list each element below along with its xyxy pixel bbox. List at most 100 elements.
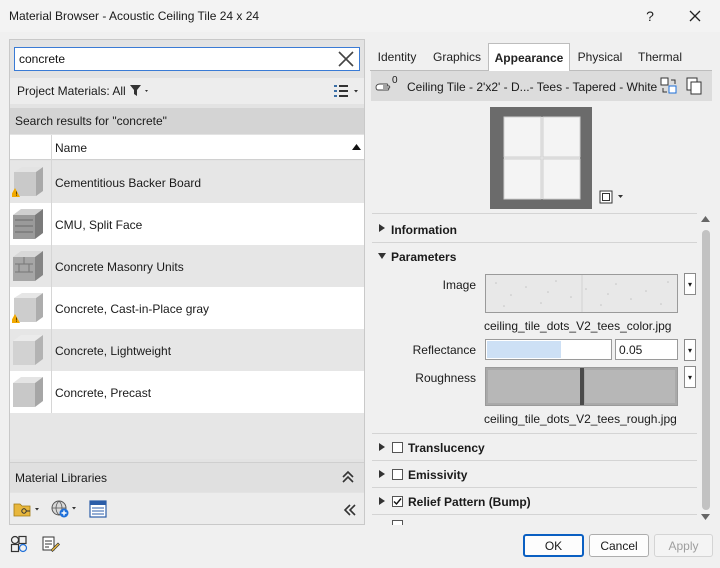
- filter-icon: [130, 85, 148, 96]
- image-texture-swatch[interactable]: [485, 274, 678, 313]
- material-thumbnail: !: [12, 292, 44, 324]
- material-name: Concrete, Lightweight: [55, 344, 172, 358]
- information-expand-icon[interactable]: [378, 223, 386, 233]
- material-settings-icon: [10, 535, 28, 553]
- section-parameters[interactable]: Parameters: [391, 250, 456, 264]
- separator: [372, 460, 697, 461]
- material-thumbnail: [12, 250, 44, 282]
- section-emissivity[interactable]: Emissivity: [408, 468, 467, 482]
- cancel-button[interactable]: Cancel: [589, 534, 649, 557]
- section-information[interactable]: Information: [391, 223, 457, 237]
- asset-usage-count: 0: [392, 75, 398, 86]
- material-thumbnail: !: [12, 166, 44, 198]
- section-relief-pattern[interactable]: Relief Pattern (Bump): [408, 495, 531, 509]
- preview-options-button[interactable]: [599, 190, 627, 204]
- separator: [372, 242, 697, 243]
- material-name: Concrete Masonry Units: [55, 260, 184, 274]
- reflectance-label: Reflectance: [412, 343, 476, 357]
- library-panel-button[interactable]: [89, 500, 107, 518]
- emissivity-expand-icon[interactable]: [378, 469, 386, 479]
- clear-icon: [338, 51, 354, 67]
- translucency-checkbox[interactable]: [392, 442, 403, 453]
- checkmark-icon: [393, 498, 402, 506]
- edit-icon: [42, 536, 60, 552]
- material-thumbnail: [12, 376, 44, 408]
- search-input[interactable]: [19, 52, 329, 66]
- cube-preview-icon: [599, 190, 623, 204]
- tab-identity[interactable]: Identity: [372, 43, 422, 70]
- swap-asset-icon: [660, 77, 677, 94]
- double-chevron-up-icon: [342, 470, 354, 483]
- collapse-left-button[interactable]: [343, 503, 357, 517]
- scroll-up-arrow[interactable]: [701, 216, 710, 222]
- globe-add-icon: [51, 500, 76, 518]
- clear-search-button[interactable]: [335, 48, 357, 70]
- tab-graphics[interactable]: Graphics: [427, 43, 487, 70]
- edit-material-button[interactable]: [42, 535, 60, 553]
- sort-ascending-icon[interactable]: [352, 144, 361, 150]
- material-preview: [490, 107, 592, 209]
- asset-name: Ceiling Tile - 2'x2' - D...- Tees - Tape…: [407, 80, 658, 94]
- roughness-options-dropdown[interactable]: ▾: [684, 366, 696, 388]
- reflectance-slider[interactable]: [485, 339, 612, 360]
- material-thumbnail: [12, 208, 44, 240]
- roughness-texture-swatch[interactable]: [485, 367, 678, 406]
- svg-text:!: !: [16, 317, 18, 324]
- tab-thermal[interactable]: Thermal: [632, 43, 688, 70]
- material-libraries-label: Material Libraries: [15, 471, 108, 485]
- material-name: Concrete, Precast: [55, 386, 152, 400]
- relief-checkbox[interactable]: [392, 496, 403, 507]
- separator: [372, 213, 697, 214]
- reflectance-slider-fill: [487, 341, 561, 358]
- ok-button[interactable]: OK: [523, 534, 584, 557]
- relief-expand-icon[interactable]: [378, 496, 386, 506]
- roughness-filename: ceiling_tile_dots_V2_tees_rough.jpg: [484, 412, 677, 426]
- tab-physical[interactable]: Physical: [572, 43, 628, 70]
- emissivity-checkbox[interactable]: [392, 469, 403, 480]
- separator: [372, 487, 697, 488]
- scroll-down-arrow[interactable]: [701, 514, 710, 520]
- reflectance-options-dropdown[interactable]: ▾: [684, 339, 696, 361]
- search-results-label: Search results for "concrete": [15, 114, 167, 128]
- open-library-button[interactable]: [13, 500, 43, 518]
- panel-list-icon: [89, 500, 107, 518]
- material-name: Cementitious Backer Board: [55, 176, 202, 190]
- search-box[interactable]: [14, 47, 360, 71]
- svg-text:!: !: [16, 191, 18, 198]
- next-section-checkbox[interactable]: [392, 520, 403, 525]
- folder-key-icon: [13, 503, 39, 517]
- close-button[interactable]: [673, 0, 717, 32]
- column-divider: [51, 161, 52, 413]
- reflectance-value-field[interactable]: 0.05: [615, 339, 678, 360]
- separator: [372, 514, 697, 515]
- image-filename: ceiling_tile_dots_V2_tees_color.jpg: [484, 319, 672, 333]
- translucency-expand-icon[interactable]: [378, 442, 386, 452]
- parameters-collapse-icon[interactable]: [377, 252, 387, 260]
- create-material-button[interactable]: [50, 499, 80, 519]
- separator: [372, 433, 697, 434]
- material-name: CMU, Split Face: [55, 218, 143, 232]
- collapse-libraries-button[interactable]: [341, 470, 355, 484]
- duplicate-asset-button[interactable]: [686, 77, 704, 95]
- tab-appearance[interactable]: Appearance: [488, 43, 570, 71]
- list-empty-area: [10, 413, 364, 459]
- apply-button[interactable]: Apply: [654, 534, 713, 557]
- name-column-header[interactable]: Name: [55, 141, 87, 155]
- roughness-label: Roughness: [415, 371, 476, 385]
- project-materials-label[interactable]: Project Materials: All: [17, 84, 126, 98]
- view-options-button[interactable]: [333, 84, 361, 98]
- image-label: Image: [442, 278, 476, 292]
- scroll-thumb[interactable]: [702, 230, 710, 510]
- replace-asset-button[interactable]: [660, 77, 678, 95]
- material-settings-button[interactable]: [10, 535, 28, 553]
- filter-button[interactable]: [129, 84, 151, 98]
- image-options-dropdown[interactable]: ▾: [684, 273, 696, 295]
- material-name: Concrete, Cast-in-Place gray: [55, 302, 210, 316]
- section-translucency[interactable]: Translucency: [408, 441, 485, 455]
- help-button[interactable]: ?: [628, 0, 672, 32]
- list-view-icon: [334, 85, 358, 97]
- double-chevron-left-icon: [343, 504, 356, 516]
- close-icon: [689, 10, 701, 22]
- window-title: Material Browser - Acoustic Ceiling Tile…: [9, 9, 260, 23]
- duplicate-icon: [686, 77, 702, 95]
